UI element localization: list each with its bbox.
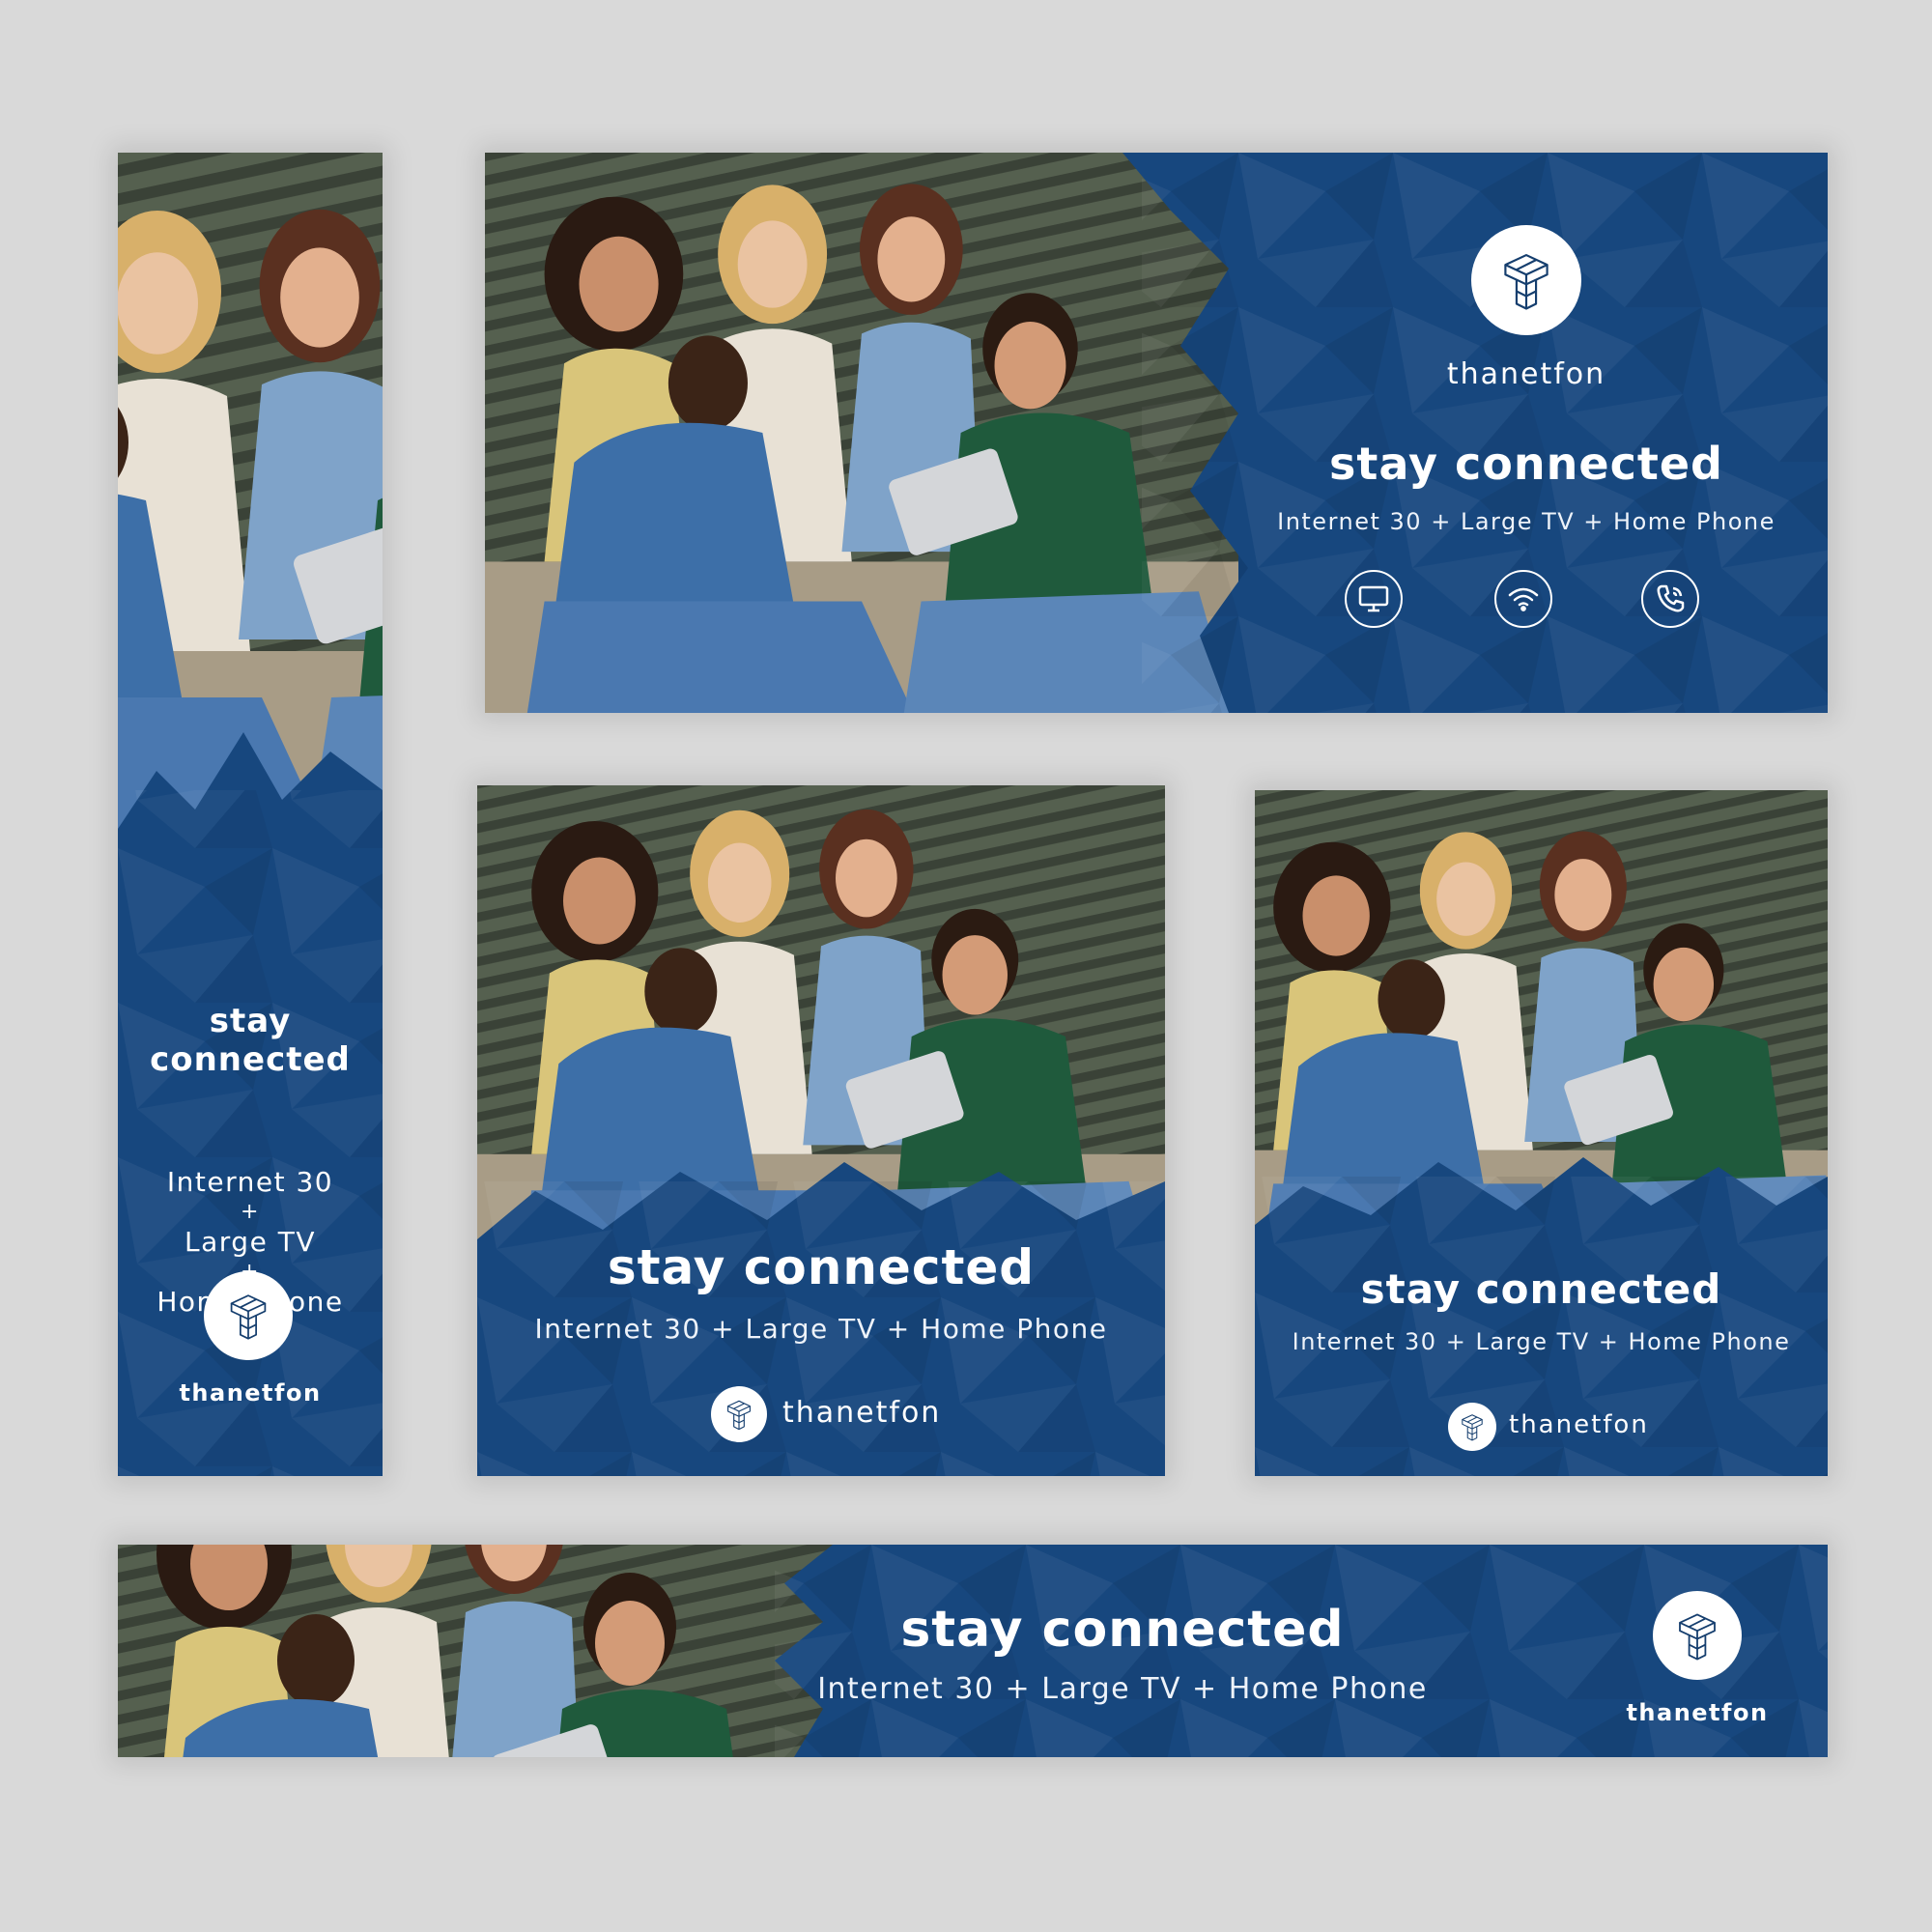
- brand-logo: [1448, 1403, 1496, 1451]
- logo-mark-icon: [1504, 253, 1548, 310]
- phone-icon: [1641, 570, 1699, 628]
- package-part: Internet 30: [166, 1166, 334, 1198]
- skyscraper-banner: stay connected Internet 30 + Large TV + …: [118, 153, 383, 1476]
- wifi-icon: [1494, 570, 1552, 628]
- headline: stay connected: [607, 1239, 1036, 1295]
- square-banner: stay connected Internet 30 + Large TV + …: [477, 785, 1165, 1476]
- brand-name: thanetfon: [782, 1396, 942, 1430]
- package-line: Internet 30 + Large TV + Home Phone: [817, 1672, 1428, 1706]
- headline: stay connected: [900, 1601, 1345, 1659]
- brand-name: thanetfon: [179, 1379, 322, 1406]
- brand-name: thanetfon: [1446, 357, 1606, 391]
- logo-mark-icon: [727, 1400, 751, 1431]
- brand-logo: [204, 1271, 293, 1360]
- package-part: +: [241, 1200, 260, 1224]
- brand-logo: [711, 1386, 767, 1442]
- tagline-word: stay: [209, 1002, 292, 1040]
- brand-logo: [1471, 225, 1581, 335]
- headline: stay connected: [1329, 438, 1723, 490]
- package-part: Large TV: [185, 1226, 316, 1258]
- logo-mark-icon: [230, 1294, 267, 1340]
- package-line: Internet 30 + Large TV + Home Phone: [1277, 508, 1776, 535]
- brand-name: thanetfon: [1509, 1410, 1649, 1439]
- package-line: Internet 30 + Large TV + Home Phone: [1292, 1328, 1791, 1355]
- headline: stay connected: [1360, 1265, 1722, 1313]
- tagline-word: connected: [150, 1040, 351, 1079]
- tagline-stack: stay connected: [118, 1005, 383, 1076]
- package-line: Internet 30 + Large TV + Home Phone: [534, 1313, 1108, 1345]
- logo-mark-icon: [1679, 1613, 1716, 1661]
- leaderboard-banner: stay connected Internet 30 + Large TV + …: [118, 1545, 1828, 1757]
- tv-icon: [1345, 570, 1403, 628]
- medium-rectangle-banner: stay connected Internet 30 + Large TV + …: [1255, 790, 1828, 1476]
- brand-name: thanetfon: [1626, 1699, 1769, 1726]
- large-rectangle-banner: thanetfon stay connected Internet 30 + L…: [485, 153, 1828, 713]
- faceted-overlay: [1084, 153, 1828, 713]
- logo-mark-icon: [1462, 1414, 1483, 1441]
- brand-logo: [1653, 1591, 1742, 1680]
